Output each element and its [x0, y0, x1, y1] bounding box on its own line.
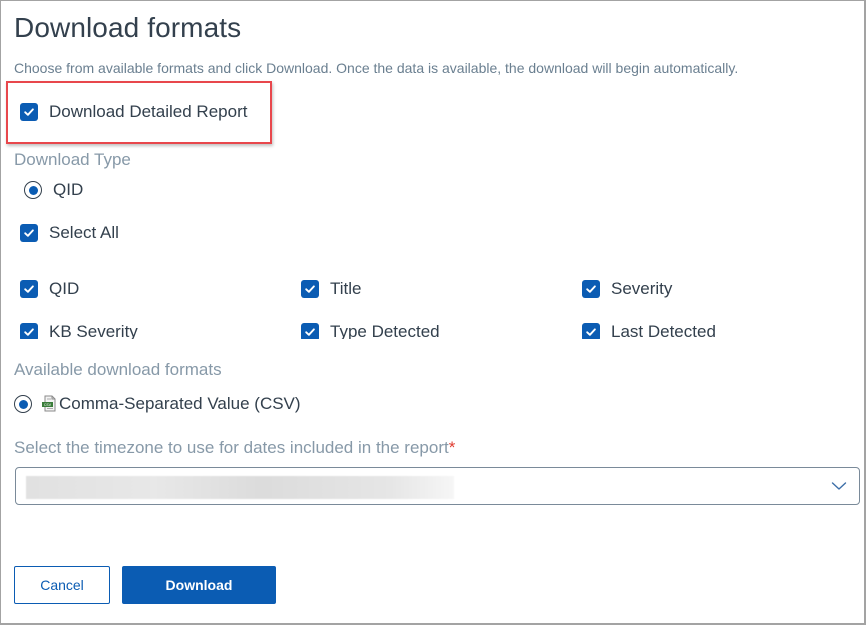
field-checkbox-kb-severity[interactable]: KB Severity	[20, 322, 138, 339]
timezone-label: Select the timezone to use for dates inc…	[14, 438, 455, 458]
download-type-radio-qid[interactable]: QID	[24, 180, 83, 200]
checkbox-checked-icon[interactable]	[582, 323, 600, 339]
download-type-label: Download Type	[14, 150, 131, 169]
radio-selected-icon[interactable]	[24, 181, 42, 199]
checkbox-checked-icon[interactable]	[20, 280, 38, 298]
field-label: Type Detected	[330, 322, 440, 339]
format-radio-csv[interactable]: CSV Comma-Separated Value (CSV)	[14, 394, 301, 414]
download-detailed-report-checkbox[interactable]: Download Detailed Report	[20, 102, 247, 122]
field-label: Severity	[611, 279, 673, 298]
format-option-label: Comma-Separated Value (CSV)	[59, 394, 301, 413]
timezone-select[interactable]	[15, 467, 860, 505]
checkbox-checked-icon[interactable]	[20, 103, 38, 121]
timezone-value-redacted	[26, 476, 454, 499]
field-checkbox-title[interactable]: Title	[301, 279, 362, 299]
field-label: Last Detected	[611, 322, 716, 339]
dialog-subtitle: Choose from available formats and click …	[14, 60, 739, 76]
field-checkbox-type-detected[interactable]: Type Detected	[301, 322, 440, 339]
field-label: KB Severity	[49, 322, 138, 339]
download-type-option-label: QID	[53, 180, 84, 199]
csv-file-icon: CSV	[40, 395, 58, 413]
required-asterisk: *	[448, 438, 456, 457]
download-button[interactable]: Download	[122, 566, 276, 604]
field-checkbox-severity[interactable]: Severity	[582, 279, 672, 299]
checkbox-checked-icon[interactable]	[20, 224, 38, 242]
select-all-label: Select All	[49, 223, 119, 242]
cancel-button[interactable]: Cancel	[14, 566, 110, 604]
svg-text:CSV: CSV	[44, 403, 52, 407]
chevron-down-icon[interactable]	[831, 479, 847, 493]
field-label: Title	[330, 279, 362, 298]
checkbox-checked-icon[interactable]	[20, 323, 38, 339]
field-checkbox-qid[interactable]: QID	[20, 279, 79, 299]
download-detailed-report-label: Download Detailed Report	[49, 102, 248, 121]
fields-checkbox-grid: QID Title Severity KB Severity Type Dete…	[0, 270, 866, 339]
checkbox-checked-icon[interactable]	[301, 323, 319, 339]
field-label: QID	[49, 279, 80, 298]
field-checkbox-last-detected[interactable]: Last Detected	[582, 322, 716, 339]
dialog-title: Download formats	[14, 12, 242, 43]
available-formats-label: Available download formats	[14, 360, 222, 379]
select-all-checkbox[interactable]: Select All	[20, 223, 119, 243]
timezone-label-text: Select the timezone to use for dates inc…	[14, 438, 449, 457]
radio-selected-icon[interactable]	[14, 395, 32, 413]
checkbox-checked-icon[interactable]	[582, 280, 600, 298]
checkbox-checked-icon[interactable]	[301, 280, 319, 298]
